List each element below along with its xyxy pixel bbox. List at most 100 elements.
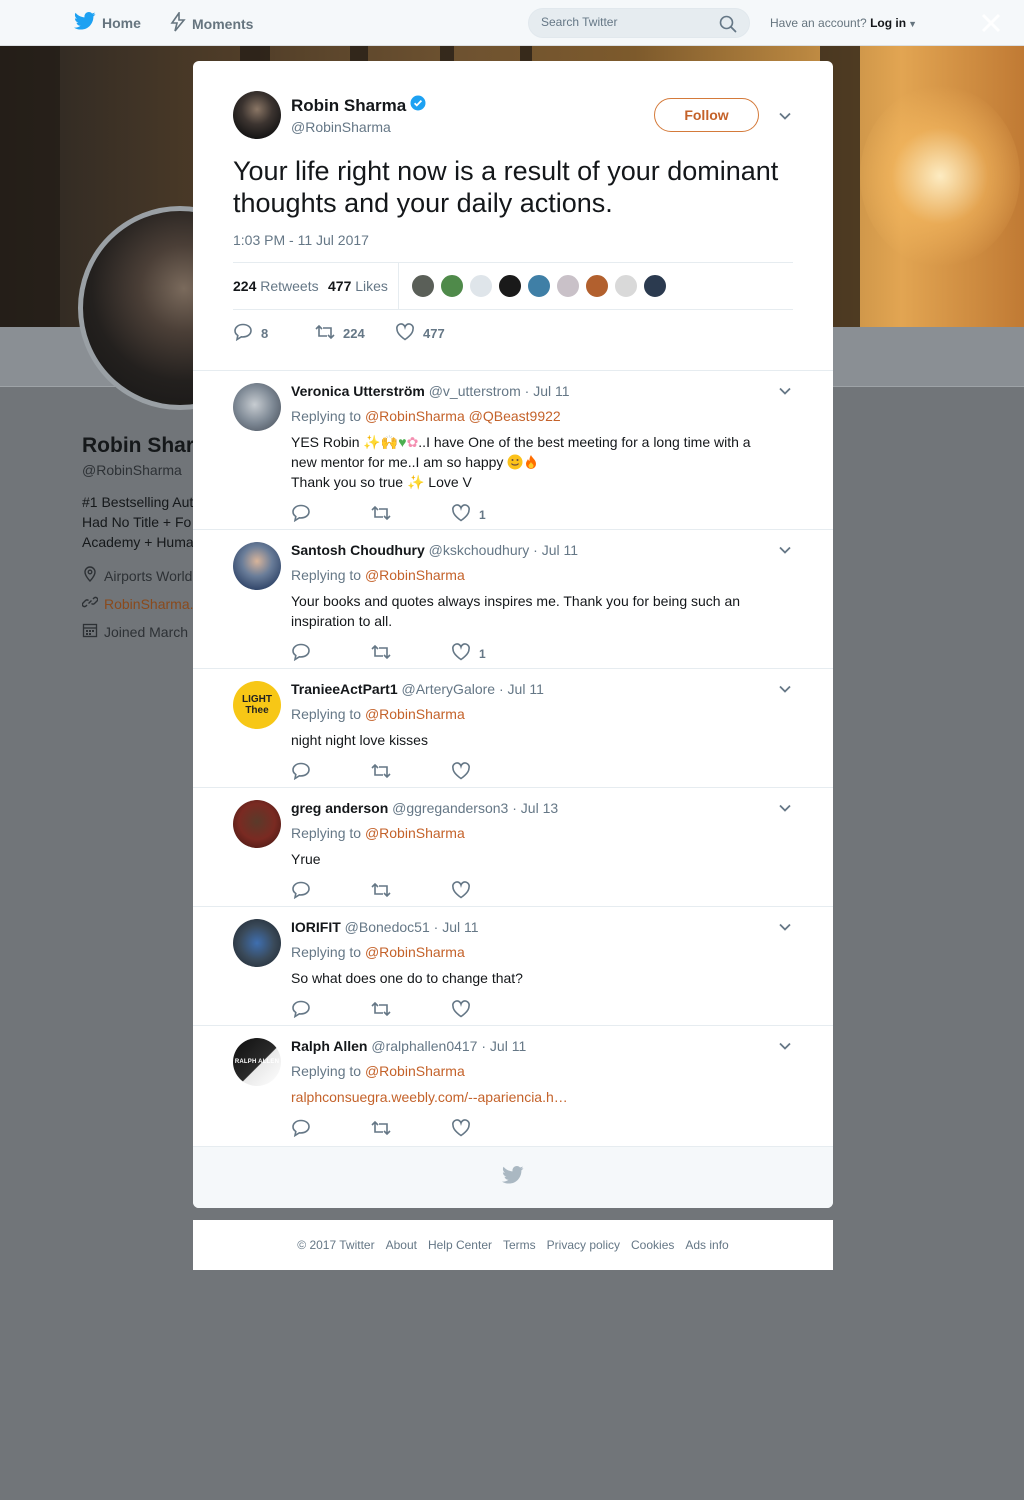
like-action[interactable] [451,1000,471,1021]
reply-tweet[interactable]: RALPH ALLEN Ralph Allen @ralphallen0417 … [193,1026,833,1146]
search-icon[interactable] [719,15,737,38]
reply-date[interactable]: Jul 13 [521,800,558,816]
reply-mentions[interactable]: @RobinSharma [365,706,465,722]
reply-link[interactable]: ralphconsuegra.weebly.com/--apariencia.h… [291,1087,791,1107]
reply-author-name[interactable]: Veronica Utterström [291,383,425,399]
footer-link-about[interactable]: About [386,1238,417,1252]
reply-tweet[interactable]: greg anderson @ggreganderson3 · Jul 13 R… [193,788,833,907]
reply-action[interactable] [291,1000,311,1021]
liker-avatar[interactable] [585,274,609,298]
like-action[interactable] [451,881,471,902]
chevron-down-icon[interactable] [777,681,793,697]
reply-author-handle[interactable]: @ralphallen0417 [371,1038,477,1054]
reply-author-handle[interactable]: @Bonedoc51 [345,919,430,935]
chevron-down-icon[interactable] [777,108,793,124]
follow-button[interactable]: Follow [654,98,759,132]
reply-tweet[interactable]: LIGHT Thee TranieeActPart1 @ArteryGalore… [193,669,833,788]
retweet-action[interactable] [371,881,391,902]
retweets-stat[interactable]: 224 Retweets [233,278,319,294]
tweet-timestamp[interactable]: 1:03 PM - 11 Jul 2017 [233,232,369,248]
retweet-action[interactable] [371,762,391,783]
liker-avatar[interactable] [643,274,667,298]
reply-tweet[interactable]: Veronica Utterström @v_utterstrom · Jul … [193,371,833,530]
retweet-action[interactable] [371,504,391,525]
close-icon[interactable] [978,10,1004,36]
reply-avatar[interactable] [233,542,281,590]
reply-action[interactable] [291,762,311,783]
liker-avatar[interactable] [498,274,522,298]
reply-tweet[interactable]: IORIFIT @Bonedoc51 · Jul 11 Replying to … [193,907,833,1026]
nav-moments[interactable]: Moments [170,10,253,35]
like-action[interactable] [451,762,471,783]
reply-author-name[interactable]: IORIFIT [291,919,341,935]
footer-link-cookies[interactable]: Cookies [631,1238,674,1252]
liker-avatar[interactable] [469,274,493,298]
reply-author-name[interactable]: Ralph Allen [291,1038,368,1054]
liker-avatar[interactable] [614,274,638,298]
reply-mentions[interactable]: @RobinSharma [365,944,465,960]
chevron-down-icon[interactable] [777,919,793,935]
chevron-down-icon[interactable] [777,542,793,558]
reply-date[interactable]: Jul 11 [442,919,478,935]
search-box[interactable] [528,8,750,38]
reply-avatar[interactable] [233,383,281,431]
footer-link-terms[interactable]: Terms [503,1238,536,1252]
reply-date[interactable]: Jul 11 [508,681,544,697]
reply-mentions[interactable]: @RobinSharma [365,1063,465,1079]
reply-action[interactable] [291,643,311,664]
reply-action[interactable] [291,881,311,902]
reply-mentions[interactable]: @RobinSharma [365,825,465,841]
reply-avatar[interactable] [233,919,281,967]
search-input[interactable] [541,15,711,29]
nav-home[interactable]: Home [74,12,141,33]
footer-link-help-center[interactable]: Help Center [428,1238,492,1252]
chevron-down-icon[interactable] [777,383,793,399]
login-link[interactable]: Log in [870,16,906,30]
reply-author-handle[interactable]: @ArteryGalore [402,681,496,697]
likes-stat[interactable]: 477 Likes [328,278,388,294]
reply-date[interactable]: Jul 11 [533,383,569,399]
profile-website[interactable]: RobinSharma. [81,594,194,613]
footer-link-privacy[interactable]: Privacy policy [547,1238,620,1252]
reply-text: YES Robin ✨🙌♥✿..I have One of the best m… [291,432,791,492]
reply-date[interactable]: Jul 11 [542,542,578,558]
like-action[interactable] [451,1119,471,1140]
author-name-text[interactable]: Robin Sharma [291,96,406,116]
reply-author-handle[interactable]: @ggreganderson3 [392,800,508,816]
like-action[interactable]: 477 [395,323,445,344]
author-handle[interactable]: @RobinSharma [291,119,391,135]
author-name[interactable]: Robin Sharma [291,95,426,116]
retweet-action[interactable]: 224 [315,323,365,344]
reply-author-handle[interactable]: @v_utterstrom [429,383,521,399]
author-avatar[interactable] [233,91,281,139]
website-text[interactable]: RobinSharma. [104,596,194,612]
like-action[interactable]: 1 [451,643,486,664]
reply-action[interactable] [291,1119,311,1140]
chevron-down-icon[interactable] [777,1038,793,1054]
caret-down-icon[interactable]: ▼ [908,19,917,29]
liker-avatar[interactable] [556,274,580,298]
replying-to: Replying to @RobinSharma [291,706,465,722]
reply-mentions[interactable]: @RobinSharma @QBeast9922 [365,408,561,424]
chevron-down-icon[interactable] [777,800,793,816]
reply-mentions[interactable]: @RobinSharma [365,567,465,583]
liker-avatar[interactable] [527,274,551,298]
reply-action[interactable] [291,504,311,525]
retweet-action[interactable] [371,1119,391,1140]
like-action[interactable]: 1 [451,504,486,525]
reply-avatar[interactable]: LIGHT Thee [233,681,281,729]
reply-author-name[interactable]: Santosh Choudhury [291,542,425,558]
reply-tweet[interactable]: Santosh Choudhury @kskchoudhury · Jul 11… [193,530,833,669]
reply-author-name[interactable]: TranieeActPart1 [291,681,398,697]
footer-link-ads-info[interactable]: Ads info [685,1238,728,1252]
reply-author-name[interactable]: greg anderson [291,800,388,816]
liker-avatar[interactable] [440,274,464,298]
liker-avatar[interactable] [411,274,435,298]
reply-avatar[interactable]: RALPH ALLEN [233,1038,281,1086]
reply-avatar[interactable] [233,800,281,848]
reply-date[interactable]: Jul 11 [490,1038,526,1054]
retweet-action[interactable] [371,1000,391,1021]
reply-author-handle[interactable]: @kskchoudhury [429,542,530,558]
retweet-action[interactable] [371,643,391,664]
reply-action[interactable]: 8 [233,323,268,344]
